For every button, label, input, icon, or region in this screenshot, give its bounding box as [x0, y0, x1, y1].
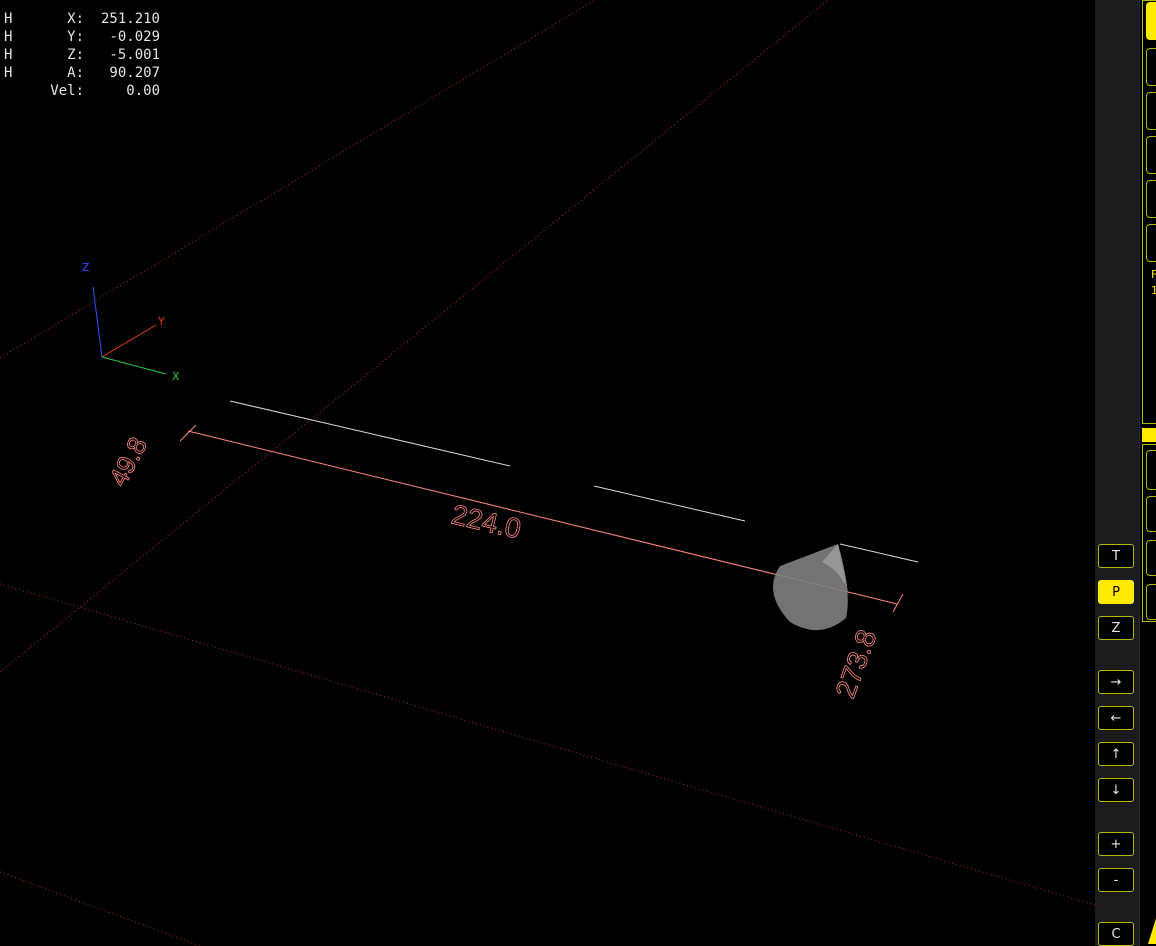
- toolpath-segment-2: [593, 485, 746, 522]
- right-panel-button-6[interactable]: [1146, 224, 1156, 262]
- dro-value-x: 251.210: [100, 11, 160, 27]
- top-view-button[interactable]: T: [1098, 544, 1134, 568]
- scene-canvas[interactable]: Z Y X 49.8 224.0 273.8: [0, 0, 1095, 946]
- right-panel-button-7[interactable]: [1146, 450, 1156, 490]
- homed-indicator-x: H: [4, 11, 13, 27]
- dro-label-x: X:: [67, 11, 84, 27]
- x-dimension-start-tick: [179, 424, 197, 442]
- dro-label-a: A:: [67, 65, 84, 81]
- z-axis-label: Z: [82, 261, 90, 274]
- dro-value-velocity: 0.00: [126, 83, 160, 99]
- limit-edge-3: [0, 583, 1095, 906]
- y-axis-line: [101, 324, 157, 358]
- dro-label-z: Z:: [67, 47, 84, 63]
- right-panel-button-10[interactable]: [1146, 584, 1156, 620]
- right-panel-button-9[interactable]: [1146, 540, 1156, 576]
- zoom-view-button[interactable]: Z: [1098, 616, 1134, 640]
- limit-edge-2: [0, 0, 829, 673]
- right-control-panel: F 1: [1140, 0, 1156, 946]
- zoom-out-button[interactable]: -: [1098, 868, 1134, 892]
- right-panel-tab-active[interactable]: [1142, 428, 1156, 442]
- right-panel-button-8[interactable]: [1146, 496, 1156, 532]
- pan-right-button[interactable]: →: [1098, 670, 1134, 694]
- homed-indicator-y: H: [4, 29, 13, 45]
- x-axis-label: X: [172, 370, 180, 383]
- dro-row-y: H Y: -0.029: [4, 28, 174, 46]
- clear-plot-button[interactable]: C: [1098, 922, 1134, 946]
- toolpath: [229, 400, 919, 563]
- toolpath-segment-1: [229, 400, 511, 467]
- limit-edge-4: [0, 871, 201, 946]
- warning-triangle-icon: [1148, 918, 1156, 944]
- pan-down-button[interactable]: ↓: [1098, 778, 1134, 802]
- right-panel-button-3[interactable]: [1146, 92, 1156, 130]
- dro-row-a: H A: 90.207: [4, 64, 174, 82]
- view-toolbar: T P Z → ← ↑ ↓ + - C: [1095, 0, 1140, 946]
- right-panel-button-2[interactable]: [1146, 48, 1156, 86]
- zoom-in-button[interactable]: +: [1098, 832, 1134, 856]
- right-panel-button-4[interactable]: [1146, 136, 1156, 174]
- 3d-preview-viewport[interactable]: Z Y X 49.8 224.0 273.8 H X: 251.210 H Y:…: [0, 0, 1095, 946]
- linuxcnc-window: Z Y X 49.8 224.0 273.8 H X: 251.210 H Y:…: [0, 0, 1156, 946]
- z-axis-line: [92, 286, 103, 358]
- pan-left-button[interactable]: ←: [1098, 706, 1134, 730]
- machine-limits: [0, 0, 1095, 946]
- right-panel-button-1[interactable]: [1146, 2, 1156, 40]
- pan-up-button[interactable]: ↑: [1098, 742, 1134, 766]
- perspective-view-button[interactable]: P: [1098, 580, 1134, 604]
- right-panel-button-5[interactable]: [1146, 180, 1156, 218]
- dro-row-x: H X: 251.210: [4, 10, 174, 28]
- dro-label-velocity: Vel:: [50, 83, 84, 99]
- dro-row-velocity: Vel: 0.00: [4, 82, 174, 100]
- dro-value-y: -0.029: [109, 29, 160, 45]
- dro-row-z: H Z: -5.001: [4, 46, 174, 64]
- dro-value-z: -5.001: [109, 47, 160, 63]
- homed-indicator-a: H: [4, 65, 13, 81]
- x-extent-label: 224.0: [449, 499, 524, 545]
- right-panel-label-2: 1: [1151, 284, 1156, 297]
- homed-indicator-z: H: [4, 47, 13, 63]
- y-axis-label: Y: [157, 315, 165, 328]
- right-panel-label-1: F: [1151, 268, 1156, 281]
- y-extent-label: 49.8: [103, 432, 153, 491]
- toolpath-segment-3: [839, 543, 919, 563]
- dro-value-a: 90.207: [109, 65, 160, 81]
- z-extent-label: 273.8: [830, 626, 883, 702]
- dro-readout: H X: 251.210 H Y: -0.029 H Z: -5.001 H A…: [4, 10, 174, 100]
- dro-label-y: Y:: [67, 29, 84, 45]
- tool-cone: [772, 544, 848, 631]
- x-axis-line: [101, 356, 167, 375]
